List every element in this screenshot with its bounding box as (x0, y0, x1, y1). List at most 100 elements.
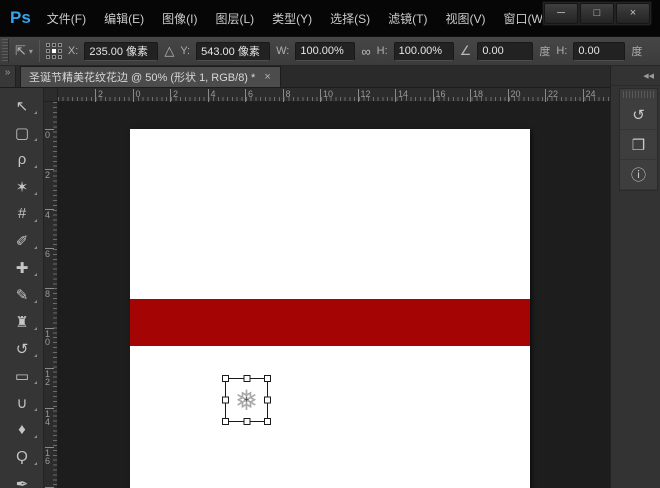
rotation-angle-field[interactable] (477, 42, 533, 61)
y-label: Y: (180, 45, 190, 57)
transform-handle-nw[interactable] (222, 375, 229, 382)
transform-handle-sw[interactable] (222, 418, 229, 425)
history-brush-tool[interactable]: ↺ (0, 335, 44, 362)
reference-point[interactable] (46, 55, 50, 59)
options-bar: ⇱ ▾ X: △ Y: W: ∞ H: ∠ 度 H: 度 (0, 36, 660, 66)
reference-point[interactable] (46, 43, 50, 47)
ruler-label: 18 (470, 89, 483, 102)
maximize-button[interactable]: □ (580, 3, 614, 24)
transform-handle-w[interactable] (222, 397, 229, 404)
skew-h-label: H: (556, 45, 567, 57)
ruler-label: 10 (45, 328, 54, 346)
transform-handle-ne[interactable] (264, 375, 271, 382)
panel-buttons: ↺❒ⓘ (619, 88, 658, 191)
tool-preset-icon[interactable]: ⇱ (15, 43, 26, 59)
angle-unit-label: 度 (539, 43, 550, 59)
toolbar-expand-icon[interactable]: » (0, 66, 16, 87)
dodge-tool[interactable]: Ϙ (0, 443, 44, 470)
threed-panel-button[interactable]: ❒ (620, 130, 657, 160)
close-button[interactable]: × (616, 3, 650, 24)
transform-selection[interactable]: ❅ + (222, 375, 271, 425)
menu-layer[interactable]: 图层(L) (213, 7, 256, 30)
window-controls: ─ □ × (542, 1, 652, 26)
info-panel-button[interactable]: ⓘ (620, 160, 657, 190)
reference-point[interactable] (52, 55, 56, 59)
document-canvas[interactable]: ❅ + (130, 129, 530, 488)
transform-handle-se[interactable] (264, 418, 271, 425)
paint-bucket-tool[interactable]: ∪ (0, 389, 44, 416)
ruler-label: 6 (245, 89, 253, 102)
transform-handle-n[interactable] (243, 375, 250, 382)
reference-point-center[interactable] (52, 49, 56, 53)
ruler-label: 14 (395, 89, 408, 102)
ruler-label: 12 (358, 89, 371, 102)
width-field[interactable] (295, 42, 355, 61)
brush-tool[interactable]: ✎ (0, 281, 44, 308)
menu-file[interactable]: 文件(F) (45, 7, 88, 30)
reference-point[interactable] (58, 43, 62, 47)
x-label: X: (68, 45, 78, 57)
reference-point[interactable] (58, 55, 62, 59)
move-tool[interactable]: ↖ (0, 92, 44, 119)
menu-view[interactable]: 视图(V) (443, 7, 487, 30)
width-label: W: (276, 45, 289, 57)
document-tab[interactable]: 圣诞节精美花纹花边 @ 50% (形状 1, RGB/8) * × (20, 66, 281, 87)
ruler-label: 0 (133, 89, 141, 102)
eyedropper-tool[interactable]: ✐ (0, 227, 44, 254)
ruler-label: 22 (545, 89, 558, 102)
minimize-button[interactable]: ─ (544, 3, 578, 24)
skew-h-field[interactable] (573, 42, 625, 61)
clone-stamp-tool[interactable]: ♜ (0, 308, 44, 335)
menu-image[interactable]: 图像(I) (160, 7, 199, 30)
ruler-label: 4 (208, 89, 216, 102)
height-field[interactable] (394, 42, 454, 61)
ruler-label: 24 (583, 89, 596, 102)
ps-logo: Ps (10, 8, 31, 28)
transform-handle-s[interactable] (243, 418, 250, 425)
canvas-viewport[interactable]: ❅ + (58, 102, 610, 488)
ruler-label: 12 (45, 368, 54, 386)
reference-point[interactable] (58, 49, 62, 53)
relative-position-icon[interactable]: △ (164, 43, 174, 59)
options-separator (39, 40, 40, 62)
rectangular-marquee-tool[interactable]: ▢ (0, 119, 44, 146)
crop-tool[interactable]: # (0, 200, 44, 227)
transform-center-point[interactable]: + (244, 396, 249, 405)
x-position-field[interactable] (84, 42, 158, 61)
eraser-tool[interactable]: ▭ (0, 362, 44, 389)
ruler-label: 14 (45, 408, 54, 426)
magic-wand-tool[interactable]: ✶ (0, 173, 44, 200)
pen-tool[interactable]: ✒ (0, 470, 44, 488)
ruler-label: 2 (170, 89, 178, 102)
panel-dock: ◀◀ ↺❒ⓘ (610, 66, 660, 488)
menu-select[interactable]: 选择(S) (328, 7, 372, 30)
main-menu: 文件(F) 编辑(E) 图像(I) 图层(L) 类型(Y) 选择(S) 滤镜(T) 视图(V)… (45, 7, 549, 30)
link-dimensions-icon[interactable]: ∞ (361, 44, 370, 59)
reference-point-locator[interactable] (46, 43, 62, 59)
y-position-field[interactable] (196, 42, 270, 61)
vertical-ruler[interactable]: 024681012141618 (44, 102, 58, 488)
document-tab-title: 圣诞节精美花纹花边 @ 50% (形状 1, RGB/8) * (29, 69, 255, 85)
reference-point[interactable] (52, 43, 56, 47)
ruler-label: 16 (45, 447, 54, 465)
dock-grip[interactable] (623, 91, 654, 98)
lasso-tool[interactable]: ρ (0, 146, 44, 173)
horizontal-ruler[interactable]: 2024681012141618202224 (58, 88, 610, 102)
document-tab-bar: » 圣诞节精美花纹花边 @ 50% (形状 1, RGB/8) * × (0, 66, 610, 88)
tool-preset-caret-icon[interactable]: ▾ (29, 47, 33, 56)
menu-bar: Ps 文件(F) 编辑(E) 图像(I) 图层(L) 类型(Y) 选择(S) 滤镜(T) 视图… (0, 0, 660, 36)
dock-collapse-icon[interactable]: ◀◀ (611, 66, 660, 86)
menu-type[interactable]: 类型(Y) (270, 7, 314, 30)
options-bar-grip[interactable] (2, 39, 9, 63)
skew-h-unit-label: 度 (631, 43, 642, 59)
photoshop-window: Ps 文件(F) 编辑(E) 图像(I) 图层(L) 类型(Y) 选择(S) 滤镜(T) 视图… (0, 0, 660, 488)
blur-tool[interactable]: ♦ (0, 416, 44, 443)
spot-healing-brush-tool[interactable]: ✚ (0, 254, 44, 281)
menu-edit[interactable]: 编辑(E) (102, 7, 146, 30)
transform-handle-e[interactable] (264, 397, 271, 404)
tools-panel: ↖▢ρ✶#✐✚✎♜↺▭∪♦Ϙ✒ (0, 88, 44, 488)
history-panel-button[interactable]: ↺ (620, 100, 657, 130)
tab-close-icon[interactable]: × (263, 71, 271, 83)
menu-filter[interactable]: 滤镜(T) (386, 7, 429, 30)
reference-point[interactable] (46, 49, 50, 53)
